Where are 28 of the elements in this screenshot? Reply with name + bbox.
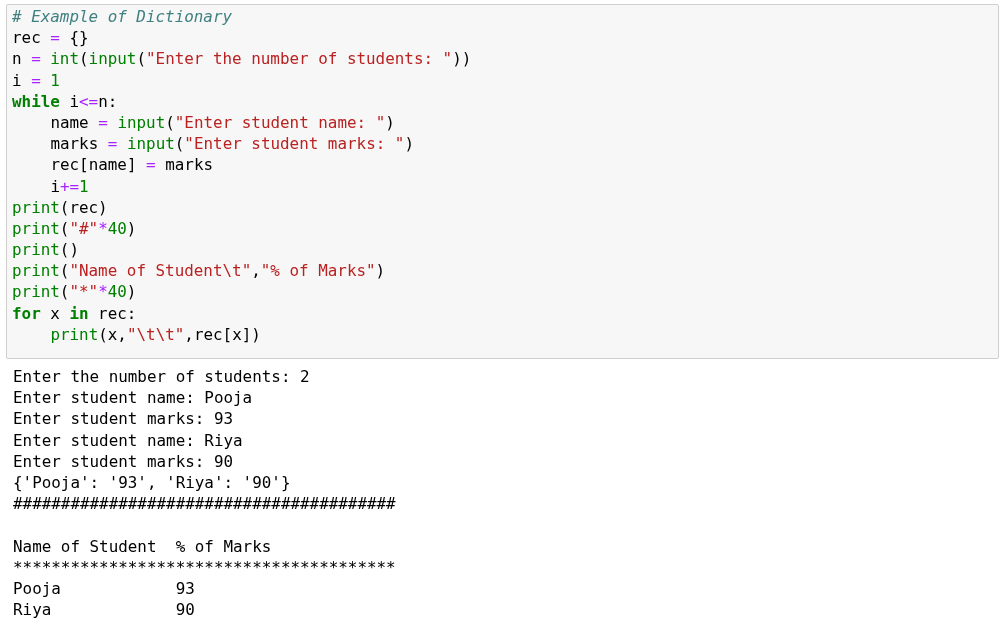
code-line: # Example of Dictionary xyxy=(12,7,233,26)
output-line: Enter student name: Riya xyxy=(13,430,243,450)
output-line: ######################################## xyxy=(13,494,396,514)
output-line: Riya 90 xyxy=(13,600,195,620)
code-line: while i<=n: xyxy=(12,91,118,111)
code-line: i = 1 xyxy=(12,70,60,90)
code-line: print("*"*40) xyxy=(12,282,137,302)
output-line: Enter student name: Pooja xyxy=(13,388,253,408)
output-line: Pooja 93 xyxy=(13,578,195,598)
code-line: for x in rec: xyxy=(12,303,137,323)
code-line: rec = {} xyxy=(12,28,89,48)
output-line: {'Pooja': '93', 'Riya': '90'} xyxy=(13,472,291,492)
output-line: **************************************** xyxy=(13,557,396,577)
output-line: Enter student marks: 90 xyxy=(13,451,234,471)
code-cell[interactable] xyxy=(6,4,999,359)
code-line: marks = input("Enter student marks: ") xyxy=(50,134,414,154)
code-line: n = int(input("Enter the number of students: ")) xyxy=(12,49,472,69)
output-line: Name of Student % of Marks xyxy=(13,536,272,556)
code-line: i+=1 xyxy=(50,176,89,196)
code-line: print(rec) xyxy=(12,197,108,217)
code-line: rec[name] = marks xyxy=(50,155,214,175)
code-line: print(x,"\t\t",rec[x]) xyxy=(50,324,261,344)
code-line: print() xyxy=(12,240,79,260)
output-line: Enter student marks: 93 xyxy=(13,409,234,429)
code-line: print("#"*40) xyxy=(12,218,137,238)
code-line: name = input("Enter student name: ") xyxy=(50,112,395,132)
code-line: print("Name of Student\t","% of Marks") xyxy=(12,261,386,281)
output-line: Enter the number of students: 2 xyxy=(13,367,310,386)
